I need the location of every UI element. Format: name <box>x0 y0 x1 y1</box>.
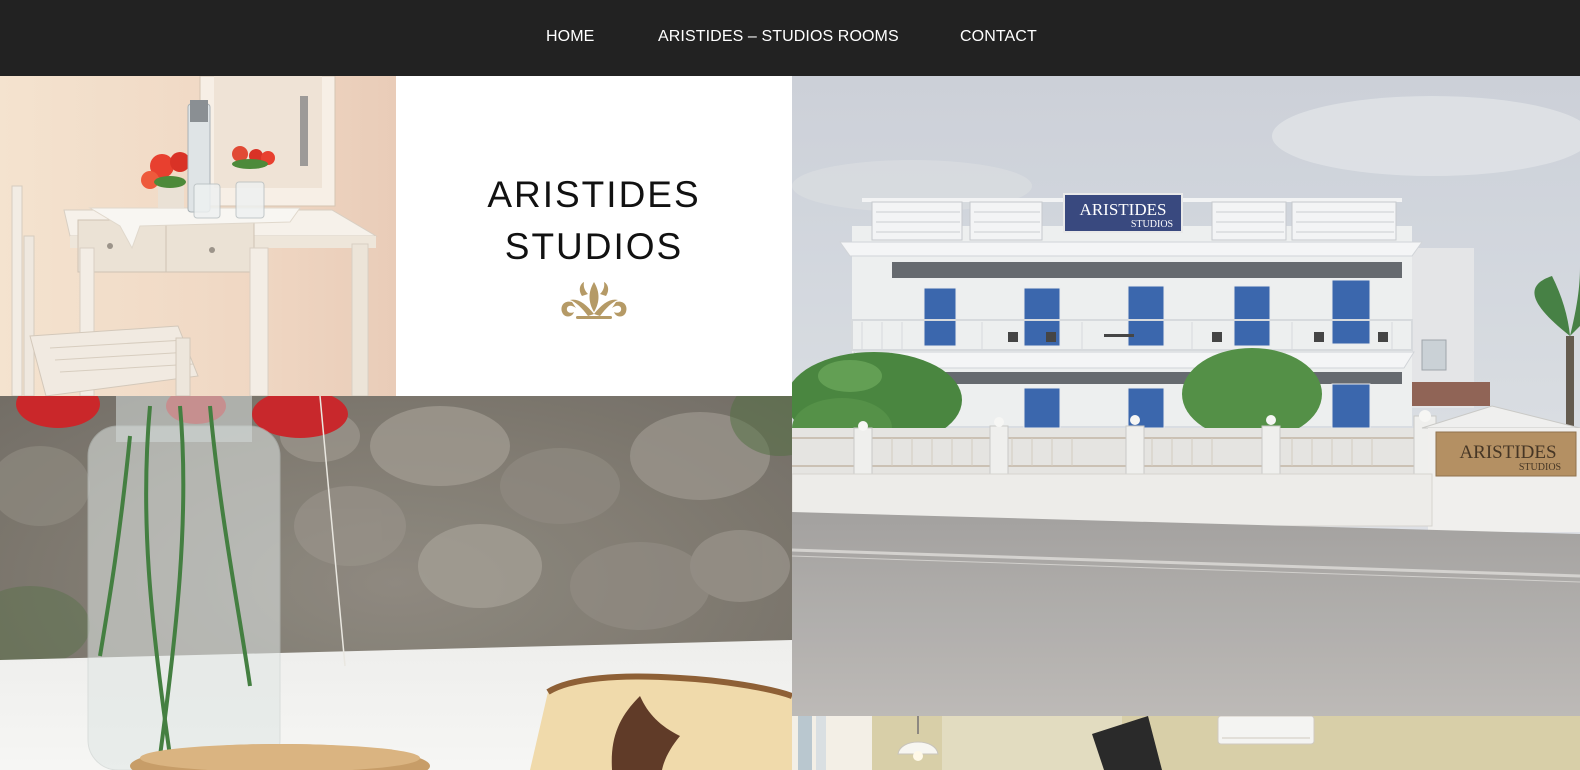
vanity-desk-photo[interactable] <box>0 76 396 396</box>
brand-tile: ARISTIDES STUDIOS <box>396 76 792 396</box>
room-interior-photo[interactable] <box>792 716 1580 770</box>
nav-link-home[interactable]: HOME <box>546 27 594 47</box>
nav-link-studios-rooms[interactable]: ARISTIDES – STUDIOS ROOMS <box>658 27 899 47</box>
fleur-ornament-icon <box>561 282 627 319</box>
brand-title-line-2: STUDIOS <box>504 226 684 267</box>
nav-link-contact[interactable]: CONTACT <box>960 27 1037 47</box>
hotel-exterior-photo[interactable]: ARISTIDES STUDIOS ARISTIDES STUDIOS <box>792 76 1580 716</box>
brand-title-line-1: ARISTIDES <box>487 174 701 215</box>
breakfast-cake-photo[interactable] <box>0 396 792 770</box>
top-navigation-bar: HOME ARISTIDES – STUDIOS ROOMS CONTACT <box>0 0 1580 76</box>
